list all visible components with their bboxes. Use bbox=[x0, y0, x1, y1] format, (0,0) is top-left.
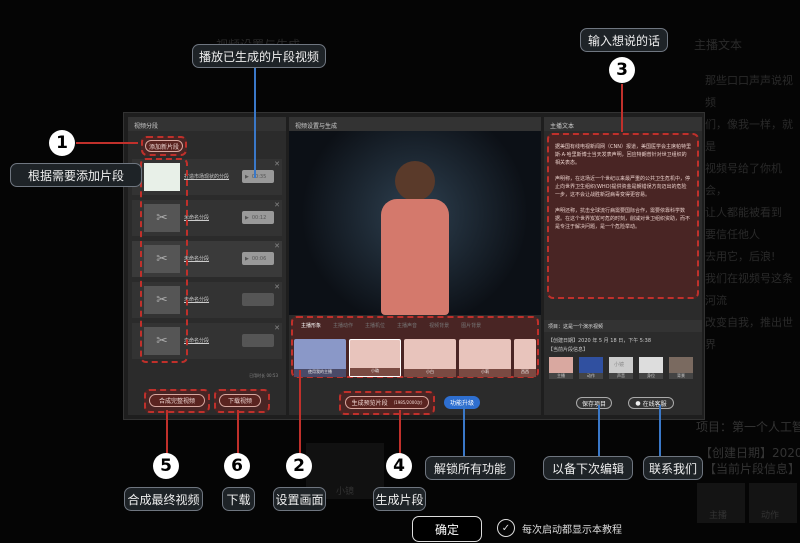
compose-video-button[interactable]: 合成完整视频 bbox=[149, 394, 205, 407]
bg-info: 【当前片段信息】 bbox=[704, 462, 800, 476]
callout-input-text: 输入想说的话 bbox=[580, 28, 668, 52]
tutorial-panel: 视频分段 添加新片段 打造市场现状的分段 ▶ 00:35 ✕ ✂ 未命名分段 ▶ 00:12… bbox=[123, 112, 705, 420]
anchor-text-title: 主播文本 bbox=[544, 117, 702, 131]
project-title: 项目：这是一个演示视频 bbox=[544, 320, 702, 332]
segments-title: 视频分段 bbox=[128, 117, 286, 131]
avatar-option[interactable]: 小莉 bbox=[459, 339, 511, 377]
tab-image-bg[interactable]: 图片背景 bbox=[455, 319, 487, 332]
settings-tabs: 主播形象 主播动作 主播机位 主播声音 视频背景 图片背景 bbox=[295, 319, 487, 332]
close-icon[interactable]: ✕ bbox=[274, 201, 280, 209]
callout-save: 以备下次编辑 bbox=[543, 456, 633, 480]
video-segments-column: 视频分段 添加新片段 打造市场现状的分段 ▶ 00:35 ✕ ✂ 未命名分段 ▶ 00:12… bbox=[128, 117, 286, 415]
play-button[interactable]: ▶ 00:35 bbox=[242, 170, 274, 183]
callout-generate: 生成片段 bbox=[373, 487, 426, 511]
play-button[interactable]: ▶ bbox=[242, 293, 274, 306]
callout-compose: 合成最终视频 bbox=[124, 487, 203, 511]
avatar-option[interactable]: 使用我的主播 bbox=[294, 339, 346, 377]
step-3-badge: 3 bbox=[609, 57, 635, 83]
tab-anchor-action[interactable]: 主播动作 bbox=[327, 319, 359, 332]
step-1-badge: 1 bbox=[49, 130, 75, 156]
chip-anchor[interactable]: 主播 bbox=[549, 357, 573, 379]
total-duration: 已用时长 00:53 bbox=[249, 373, 278, 378]
step-6-badge: 6 bbox=[224, 453, 250, 479]
step-4-badge: 4 bbox=[386, 453, 412, 479]
tab-anchor-image[interactable]: 主播形象 bbox=[295, 319, 327, 332]
segment-name[interactable]: 打造市场现状的分段 bbox=[184, 173, 229, 180]
tab-anchor-voice[interactable]: 主播声音 bbox=[391, 319, 423, 332]
wechat-icon: ● bbox=[635, 399, 641, 407]
anchor-body bbox=[381, 199, 449, 315]
step-2-badge: 2 bbox=[286, 453, 312, 479]
add-segment-button[interactable]: 添加新片段 bbox=[145, 140, 183, 152]
close-icon[interactable]: ✕ bbox=[274, 283, 280, 291]
play-button[interactable]: ▶ 00:06 bbox=[242, 252, 274, 265]
chip-voice[interactable]: 小镜 声音 bbox=[609, 357, 633, 379]
show-each-time-checkbox[interactable]: ✓ bbox=[497, 519, 515, 537]
play-button[interactable]: ▶ bbox=[242, 334, 274, 347]
created-date: 【创建日期】2020 年 5 月 18 日，下午 5:38 bbox=[548, 338, 652, 344]
step-5-badge: 5 bbox=[153, 453, 179, 479]
callout-set-scene: 设置画面 bbox=[273, 487, 326, 511]
anchor-text-input[interactable]: 据美国有线电视新闻网（CNN）报道，美国医学会主席帕特里斯·A·哈里斯博士当天发… bbox=[547, 133, 699, 299]
tab-video-bg[interactable]: 视频背景 bbox=[423, 319, 455, 332]
anchor-head bbox=[395, 161, 435, 201]
callout-contact: 联系我们 bbox=[643, 456, 703, 480]
bg-created: 【创建日期】2020年6月 bbox=[700, 446, 800, 460]
callout-play-segment: 播放已生成的片段视频 bbox=[192, 44, 326, 68]
play-button[interactable]: ▶ 00:12 bbox=[242, 211, 274, 224]
settings-title: 视频设置与生成 bbox=[289, 117, 541, 131]
callout-add-segment: 根据需要添加片段 bbox=[10, 163, 142, 187]
save-project-button[interactable]: 保存项目 bbox=[576, 397, 612, 409]
avatar-option[interactable]: 小白 bbox=[404, 339, 456, 377]
bg-chip: 动作 bbox=[749, 483, 797, 523]
close-icon[interactable]: ✕ bbox=[274, 242, 280, 250]
generate-preview-button[interactable]: 生成预览片段 (1985/2000次) bbox=[345, 396, 429, 409]
online-service-button[interactable]: ● 在线客服 bbox=[628, 397, 674, 409]
callout-download: 下载 bbox=[222, 487, 255, 511]
anchor-text-column: 主播文本 据美国有线电视新闻网（CNN）报道，美国医学会主席帕特里斯·A·哈里斯… bbox=[544, 117, 702, 415]
avatar-option[interactable]: 小璐 bbox=[349, 339, 401, 377]
video-settings-column: 视频设置与生成 主播形象 主播动作 主播机位 主播声音 视频背景 图片背景 使用我的主播 … bbox=[289, 117, 541, 415]
video-preview[interactable] bbox=[289, 131, 541, 315]
upgrade-button[interactable]: 功能升级 bbox=[444, 396, 480, 409]
avatar-option[interactable]: 西西 bbox=[514, 339, 536, 377]
ok-button[interactable]: 确定 bbox=[412, 516, 482, 542]
close-icon[interactable]: ✕ bbox=[274, 160, 280, 168]
download-video-button[interactable]: 下载视频 bbox=[219, 394, 261, 407]
callout-unlock: 解锁所有功能 bbox=[425, 456, 515, 480]
chip-background[interactable]: 背景 bbox=[669, 357, 693, 379]
show-each-time-label: 每次启动都显示本教程 bbox=[522, 525, 622, 536]
bg-chip: 主播 bbox=[697, 483, 745, 523]
bg-right-title: 主播文本 bbox=[694, 38, 743, 52]
tab-anchor-camera[interactable]: 主播机位 bbox=[359, 319, 391, 332]
segment-info: 【当前片段信息】 bbox=[548, 347, 589, 353]
chip-position[interactable]: 身位 bbox=[639, 357, 663, 379]
chip-action[interactable]: 动作 bbox=[579, 357, 603, 379]
bg-right-text: 那些口口声声说视频 们，像我一样，就是 视频号给了你机会， 让人都能被看到 要信任他人去… bbox=[705, 74, 793, 351]
close-icon[interactable]: ✕ bbox=[274, 324, 280, 332]
bg-project: 项目：第一个人工智能 bbox=[696, 420, 800, 434]
